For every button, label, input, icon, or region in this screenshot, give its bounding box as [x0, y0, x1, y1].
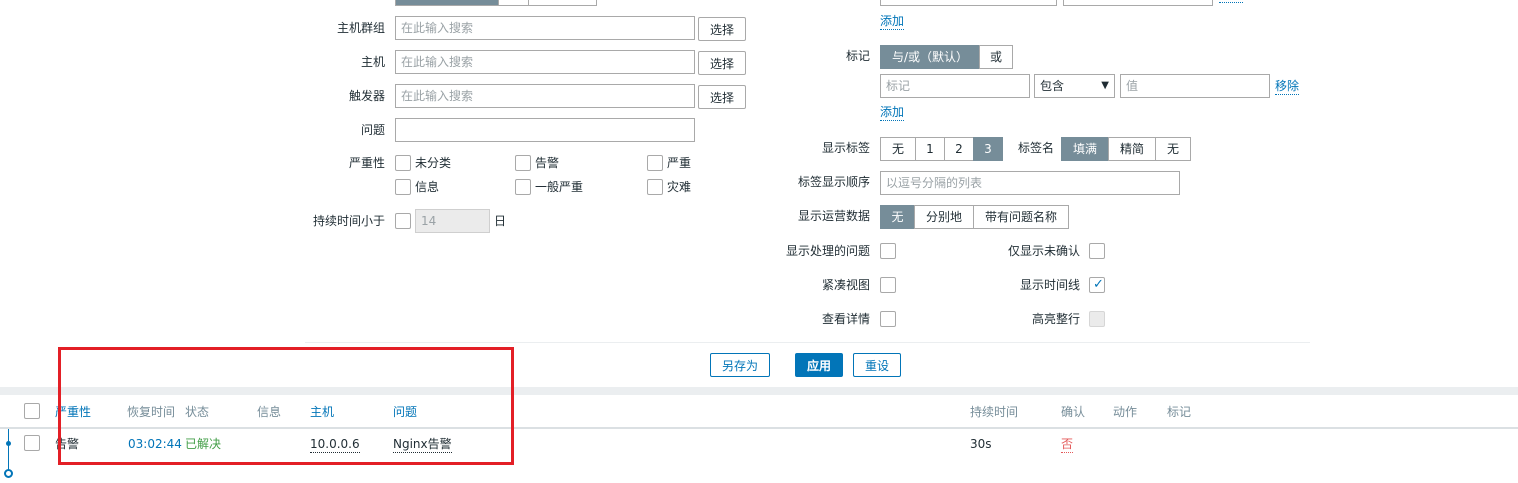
tag-condition-value: 包含 [1040, 79, 1065, 93]
show-tags-toggle: 无 1 2 3 [880, 137, 1003, 161]
triggers-select-button[interactable]: 选择 [698, 85, 746, 109]
show-details-checkbox[interactable] [880, 311, 896, 327]
tag-name-input[interactable] [880, 74, 1030, 98]
top-segment-item[interactable] [528, 0, 596, 5]
show-tags-none[interactable]: 无 [880, 137, 916, 161]
severity-high-label: 严重 [667, 156, 692, 170]
severity-warning-label: 告警 [535, 156, 560, 170]
highlight-row-label: 高亮整行 [1031, 312, 1080, 326]
triggers-input[interactable] [395, 84, 695, 108]
tags-operator-toggle: 与/或（默认） 或 [880, 45, 1013, 69]
filter-divider [305, 342, 1310, 343]
show-timeline-checkbox[interactable]: ✓ [1089, 277, 1105, 293]
age-label: 持续时间小于 [312, 214, 385, 228]
tags-operator-and-or[interactable]: 与/或（默认） [880, 45, 980, 69]
severity-high-checkbox[interactable] [647, 155, 663, 171]
top-add-link[interactable]: 添加 [880, 13, 905, 30]
top-value-input-remnant[interactable] [1063, 0, 1213, 6]
chevron-down-icon: ▼ [1101, 80, 1109, 91]
problem-label: 问题 [360, 123, 385, 137]
checkmark-icon: ✓ [1093, 277, 1104, 292]
timeline-dot-icon [6, 441, 11, 446]
severity-warning-checkbox[interactable] [515, 155, 531, 171]
hosts-select-button[interactable]: 选择 [698, 51, 746, 75]
age-checkbox[interactable] [395, 213, 411, 229]
triggers-label: 触发器 [348, 89, 385, 103]
tag-name-toggle: 填满 精简 无 [1061, 137, 1191, 161]
show-timeline-label: 显示时间线 [1019, 278, 1080, 292]
show-opdata-toggle: 无 分别地 带有问题名称 [880, 205, 1069, 229]
tag-priority-input[interactable] [880, 171, 1180, 195]
severity-disaster-label: 灾难 [667, 180, 692, 194]
unacknowledged-only-checkbox[interactable] [1089, 243, 1105, 259]
header-duration: 持续时间 [970, 405, 1019, 419]
tag-add-link[interactable]: 添加 [880, 104, 905, 121]
show-tags-2[interactable]: 2 [944, 137, 974, 161]
host-groups-input[interactable] [395, 16, 695, 40]
unacknowledged-only-label: 仅显示未确认 [1007, 244, 1080, 258]
apply-button[interactable]: 应用 [795, 353, 843, 377]
severity-disaster-checkbox[interactable] [647, 179, 663, 195]
save-as-button[interactable]: 另存为 [710, 353, 770, 377]
host-groups-label: 主机群组 [336, 21, 385, 35]
top-segment-active[interactable] [396, 0, 498, 5]
severity-information-label: 信息 [415, 180, 440, 194]
tag-name-label: 标签名 [1017, 141, 1054, 155]
top-segment-remnant [395, 0, 597, 6]
header-actions: 动作 [1113, 405, 1138, 419]
reset-button[interactable]: 重设 [853, 353, 901, 377]
problem-input[interactable] [395, 118, 695, 142]
tag-name-short[interactable]: 精简 [1108, 137, 1156, 161]
timeline-line [8, 429, 9, 473]
hosts-input[interactable] [395, 50, 695, 74]
header-tags: 标记 [1167, 405, 1192, 419]
show-details-label: 查看详情 [821, 312, 870, 326]
show-opdata-with-problem[interactable]: 带有问题名称 [973, 205, 1069, 229]
host-groups-select-button[interactable]: 选择 [698, 17, 746, 41]
row-ack[interactable]: 否 [1061, 436, 1074, 453]
tags-operator-or[interactable]: 或 [979, 45, 1013, 69]
highlight-annotation-box [58, 347, 514, 465]
row-select-checkbox[interactable] [24, 435, 40, 451]
compact-view-label: 紧凑视图 [821, 278, 870, 292]
top-tag-input-remnant[interactable] [880, 0, 1057, 6]
age-input [415, 209, 490, 233]
select-all-checkbox[interactable] [24, 403, 40, 419]
row-duration: 30s [970, 437, 992, 451]
show-tags-label: 显示标签 [821, 141, 870, 155]
show-opdata-label: 显示运营数据 [797, 209, 870, 223]
severity-average-checkbox[interactable] [515, 179, 531, 195]
age-unit-label: 日 [494, 214, 507, 228]
severity-average-label: 一般严重 [535, 180, 584, 194]
top-segment-item[interactable] [498, 0, 528, 5]
tags-label: 标记 [845, 49, 870, 63]
tag-value-input[interactable] [1120, 74, 1270, 98]
severity-information-checkbox[interactable] [395, 179, 411, 195]
timeline-circle-icon [4, 469, 13, 478]
show-opdata-none[interactable]: 无 [880, 205, 915, 229]
hosts-label: 主机 [360, 55, 385, 69]
severity-not-classified-checkbox[interactable] [395, 155, 411, 171]
tag-name-full[interactable]: 填满 [1061, 137, 1109, 161]
compact-view-checkbox[interactable] [880, 277, 896, 293]
header-ack: 确认 [1061, 405, 1086, 419]
show-suppressed-checkbox[interactable] [880, 243, 896, 259]
show-tags-1[interactable]: 1 [915, 137, 945, 161]
show-tags-3[interactable]: 3 [973, 137, 1003, 161]
tag-condition-select[interactable]: 包含 ▼ [1034, 74, 1115, 98]
tag-remove-link[interactable]: 移除 [1275, 78, 1300, 95]
tag-name-none[interactable]: 无 [1155, 137, 1191, 161]
show-opdata-separately[interactable]: 分别地 [914, 205, 974, 229]
severity-label: 严重性 [348, 156, 385, 170]
severity-not-classified-label: 未分类 [415, 156, 452, 170]
highlight-row-checkbox [1089, 311, 1105, 327]
show-suppressed-label: 显示处理的问题 [785, 244, 870, 258]
top-remove-link-remnant[interactable] [1219, 0, 1243, 3]
tag-priority-label: 标签显示顺序 [797, 175, 870, 189]
